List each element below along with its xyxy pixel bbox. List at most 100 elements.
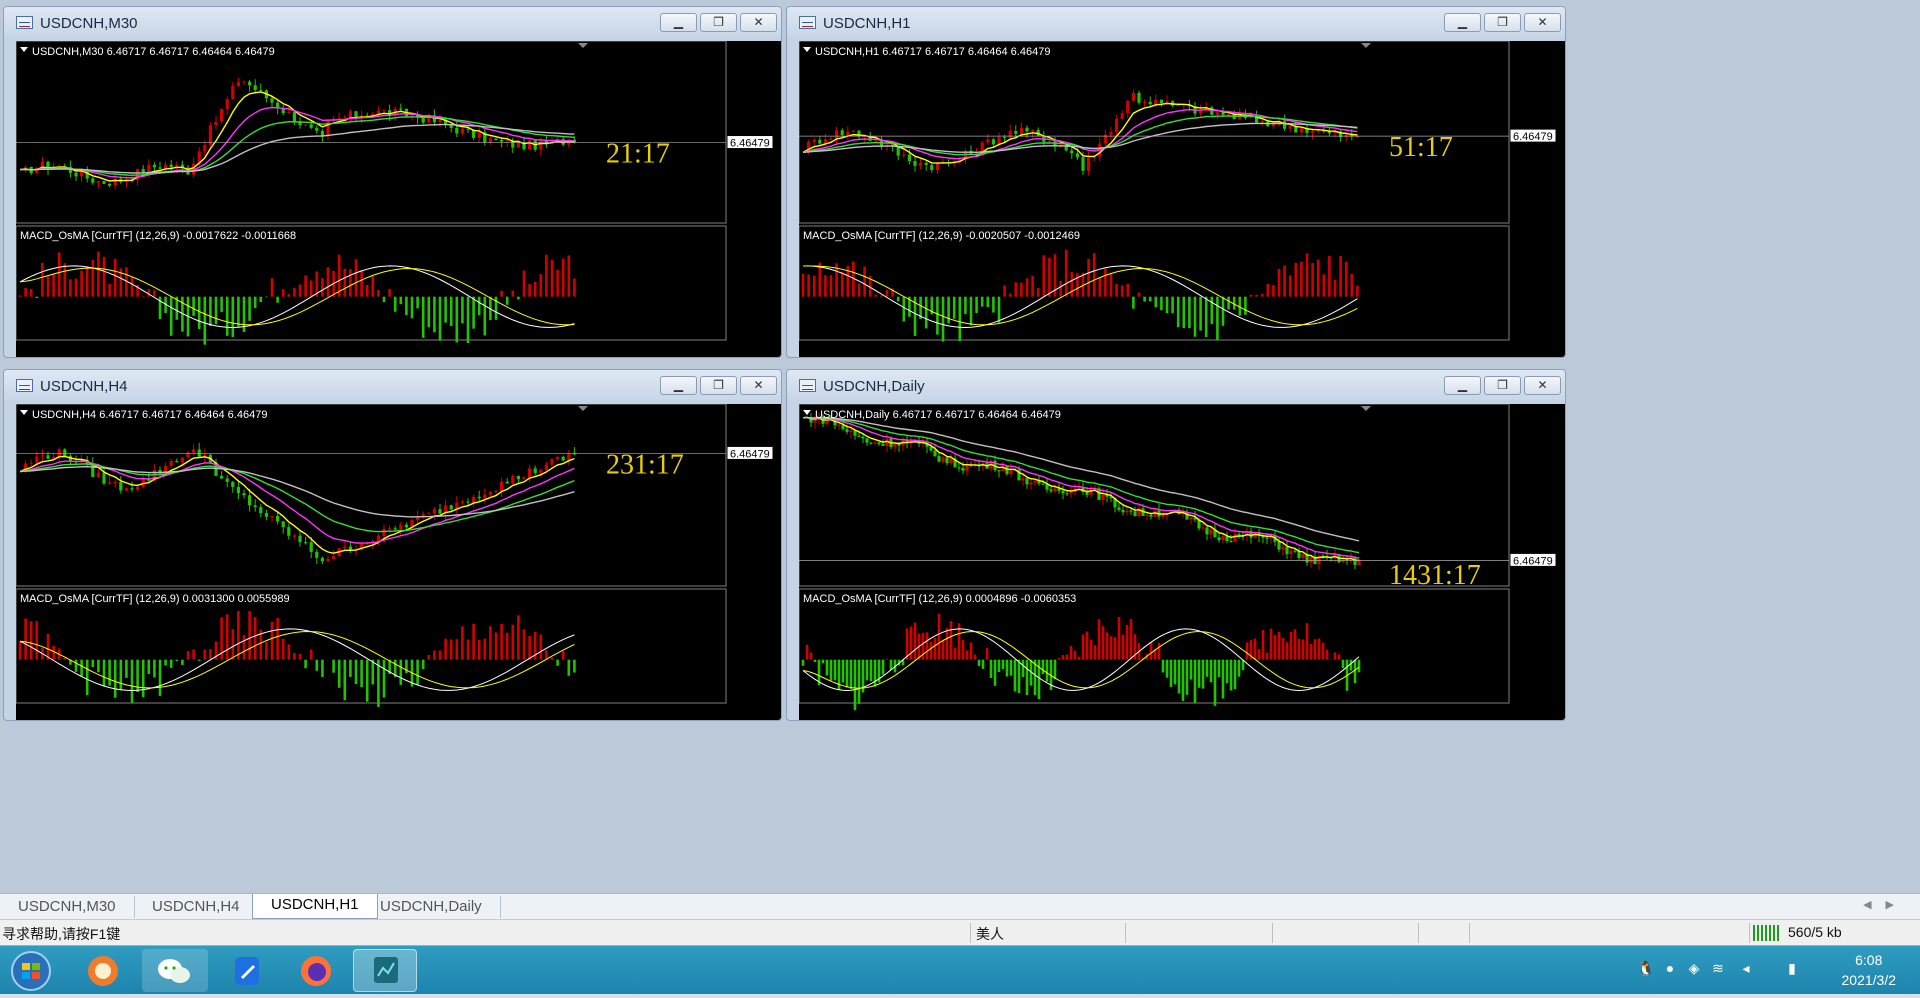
shield-tray-icon[interactable]: ◈ (1684, 960, 1704, 980)
candle-body (1221, 112, 1224, 114)
chart-window-daily[interactable]: USDCNH,Daily ▁❐✕ USDCNH,Daily 6.46717 6.46… (786, 369, 1566, 721)
osma-bar (1110, 273, 1113, 296)
clock-date: 2021/3/2 (1842, 970, 1897, 990)
tab-usdcnh-h1[interactable]: USDCNH,H1 (252, 894, 378, 919)
candle-body (902, 154, 905, 155)
clock-time: 6:08 (1842, 950, 1897, 970)
osma-bar (974, 655, 977, 660)
osma-bar (573, 278, 576, 296)
time-axis-label: 11 Feb 08:00 (331, 706, 395, 718)
osma-bar (1310, 644, 1313, 660)
tab-usdcnh-daily[interactable]: USDCNH,Daily (362, 896, 501, 918)
feishu-icon[interactable] (216, 949, 278, 992)
osma-bar (1330, 659, 1333, 660)
chart-area[interactable]: USDCNH,H1 6.46717 6.46717 6.46464 6.4647… (799, 41, 1565, 358)
candle-body (1297, 551, 1300, 558)
window-title: USDCNH,Daily (823, 378, 925, 395)
candle-body (1237, 534, 1240, 535)
metatrader-icon[interactable] (353, 949, 417, 992)
candle-body (1311, 131, 1314, 133)
window-title-bar[interactable]: USDCNH,Daily ▁❐✕ (787, 370, 1565, 400)
osma-bar (810, 653, 813, 660)
osma-bar (1298, 639, 1301, 660)
candle-body (869, 443, 872, 444)
candle-body (1101, 495, 1104, 500)
minimize-button[interactable]: ▁ (1444, 376, 1481, 395)
firefox-icon[interactable] (286, 949, 346, 992)
osma-bar (886, 290, 889, 297)
osma-bar (310, 280, 313, 296)
close-button[interactable]: ✕ (740, 376, 777, 395)
osma-bar (1323, 274, 1326, 296)
osma-bar (288, 644, 291, 659)
osma-bar (1194, 297, 1197, 337)
chart-window-m30[interactable]: USDCNH,M30▁❐✕ USDCNH,M30 6.46717 6.46717 … (3, 6, 782, 358)
minimize-button[interactable]: ▁ (1444, 13, 1481, 32)
osma-bar (484, 639, 487, 660)
osma-bar (288, 294, 291, 297)
wechat-tray-icon[interactable]: ● (1660, 960, 1680, 980)
candle-body (1049, 490, 1052, 492)
candle-body (965, 465, 968, 471)
candle-body (1317, 130, 1320, 131)
window-title-bar[interactable]: USDCNH,H4▁❐✕ (4, 370, 781, 400)
start-orb-icon[interactable] (2, 949, 60, 992)
osma-bar (1155, 297, 1158, 308)
macd-info-label: MACD_OsMA [CurrTF] (12,26,9) 0.0004896 -… (803, 593, 1076, 605)
osma-bar (562, 259, 565, 297)
maximize-button[interactable]: ❐ (700, 376, 737, 395)
chart-window-h1[interactable]: USDCNH,H1▁❐✕ USDCNH,H1 6.46717 6.46717 6.… (786, 6, 1566, 358)
maximize-button[interactable]: ❐ (1484, 13, 1521, 32)
wechat-icon[interactable] (142, 949, 208, 992)
window-title-bar[interactable]: USDCNH,M30▁❐✕ (4, 7, 781, 37)
time-axis-label: 17 Feb 08:00 (410, 706, 475, 718)
candle-body (528, 140, 531, 149)
tab-usdcnh-m30[interactable]: USDCNH,M30 (0, 896, 135, 918)
maximize-button[interactable]: ❐ (700, 13, 737, 32)
maximize-button[interactable]: ❐ (1484, 376, 1521, 395)
minimize-button[interactable]: ▁ (660, 13, 697, 32)
time-axis-label: 21 Jan 2021 (1271, 706, 1332, 718)
osma-bar (260, 297, 263, 302)
candle-body (937, 456, 940, 462)
tab-usdcnh-h4[interactable]: USDCNH,H4 (134, 896, 259, 918)
osma-bar (1311, 263, 1314, 297)
qq-tray-icon[interactable]: 🐧 (1636, 960, 1656, 980)
close-button[interactable]: ✕ (1524, 376, 1561, 395)
chart-area[interactable]: USDCNH,H4 6.46717 6.46717 6.46464 6.4647… (16, 404, 782, 721)
window-title-bar[interactable]: USDCNH,H1▁❐✕ (787, 7, 1565, 37)
time-axis-label: 12 Nov 2020 (1114, 706, 1176, 718)
chart-area[interactable]: USDCNH,Daily 6.46717 6.46717 6.46464 6.4… (799, 404, 1565, 721)
chart-window-h4[interactable]: USDCNH,H4▁❐✕ USDCNH,H4 6.46717 6.46717 6.… (3, 369, 782, 721)
candle-body (829, 139, 832, 140)
tab-scroll-arrows[interactable]: ◀▶ (1863, 898, 1908, 911)
chart-area[interactable]: USDCNH,M30 6.46717 6.46717 6.46464 6.464… (16, 41, 782, 358)
firefox-like-app-icon[interactable] (73, 949, 133, 992)
close-button[interactable]: ✕ (1524, 13, 1561, 32)
signal-tray-icon[interactable]: ▮ (1782, 960, 1802, 980)
osma-bar (1270, 629, 1273, 660)
candle-body (438, 509, 441, 513)
network-tray-icon[interactable]: ≋ (1708, 960, 1728, 980)
osma-bar (824, 275, 827, 296)
osma-bar (1210, 660, 1213, 683)
last-price-label: 6.46479 (730, 448, 770, 460)
price-tick-label: 6.49270 (1515, 84, 1555, 96)
osma-bar (858, 660, 861, 704)
candle-body (293, 536, 296, 537)
osma-bar (92, 660, 95, 667)
osma-bar (366, 285, 369, 297)
minimize-button[interactable]: ▁ (660, 376, 697, 395)
close-button[interactable]: ✕ (740, 13, 777, 32)
volume-tray-icon[interactable]: ◂ (1736, 960, 1756, 980)
osma-bar (1328, 256, 1331, 297)
osma-bar (349, 660, 352, 677)
osma-bar (131, 660, 134, 703)
osma-bar (1182, 660, 1185, 701)
osma-bar (506, 297, 509, 305)
taskbar-clock[interactable]: 6:08 2021/3/2 (1842, 950, 1897, 990)
osma-bar (198, 297, 201, 329)
candle-body (1025, 478, 1028, 484)
candle-body (242, 82, 245, 83)
candle-body (427, 513, 430, 514)
